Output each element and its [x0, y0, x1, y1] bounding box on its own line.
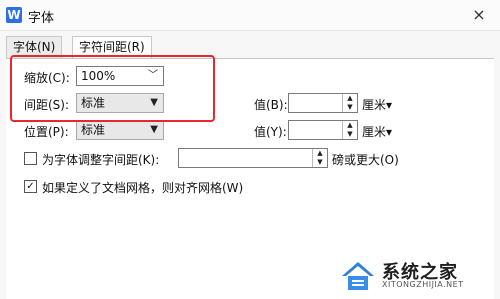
spacing-amount-label: 值(B):: [254, 98, 288, 112]
spacing-amount-spinner[interactable]: ▲ ▼: [288, 93, 358, 113]
dialog-title: 字体: [28, 11, 55, 26]
close-icon[interactable]: ×: [458, 0, 500, 30]
position-unit-dropdown[interactable]: 厘米▾: [362, 123, 392, 140]
position-value: 标准: [81, 123, 106, 137]
spin-buttons[interactable]: ▲ ▼: [312, 149, 327, 167]
grid-snap-checkbox[interactable]: ✓: [24, 180, 37, 193]
grid-snap-label: 如果定义了文档网格，则对齐网格(W): [42, 181, 244, 195]
kerning-suffix: 磅或更大(O): [332, 153, 399, 167]
spin-up-icon[interactable]: ▲: [313, 149, 327, 158]
spin-buttons[interactable]: ▲ ▼: [342, 121, 357, 139]
position-amount-spinner[interactable]: ▲ ▼: [288, 120, 358, 140]
spin-down-icon[interactable]: ▼: [343, 103, 357, 112]
spin-down-icon[interactable]: ▼: [343, 130, 357, 139]
spin-down-icon[interactable]: ▼: [313, 158, 327, 167]
house-logo-icon: [342, 262, 374, 290]
wps-writer-icon: W: [6, 7, 22, 23]
kerning-spinner[interactable]: ▲ ▼: [178, 148, 328, 168]
spacing-unit-dropdown[interactable]: 厘米▾: [362, 96, 392, 113]
highlight-box: [10, 55, 215, 122]
position-label: 位置(P):: [24, 125, 69, 139]
spin-buttons[interactable]: ▲ ▼: [342, 94, 357, 112]
position-amount-label: 值(Y):: [254, 125, 287, 139]
spin-up-icon[interactable]: ▲: [343, 94, 357, 103]
spin-up-icon[interactable]: ▲: [343, 121, 357, 130]
position-select[interactable]: 标准 ▼: [76, 120, 164, 140]
watermark-url: XITONGZHIJIA.NET: [382, 280, 464, 289]
kerning-checkbox[interactable]: [24, 152, 37, 165]
title-bar: W 字体 ×: [0, 0, 500, 31]
kerning-label: 为字体调整字间距(K):: [42, 153, 160, 167]
triangle-down-icon: ▼: [150, 124, 158, 135]
